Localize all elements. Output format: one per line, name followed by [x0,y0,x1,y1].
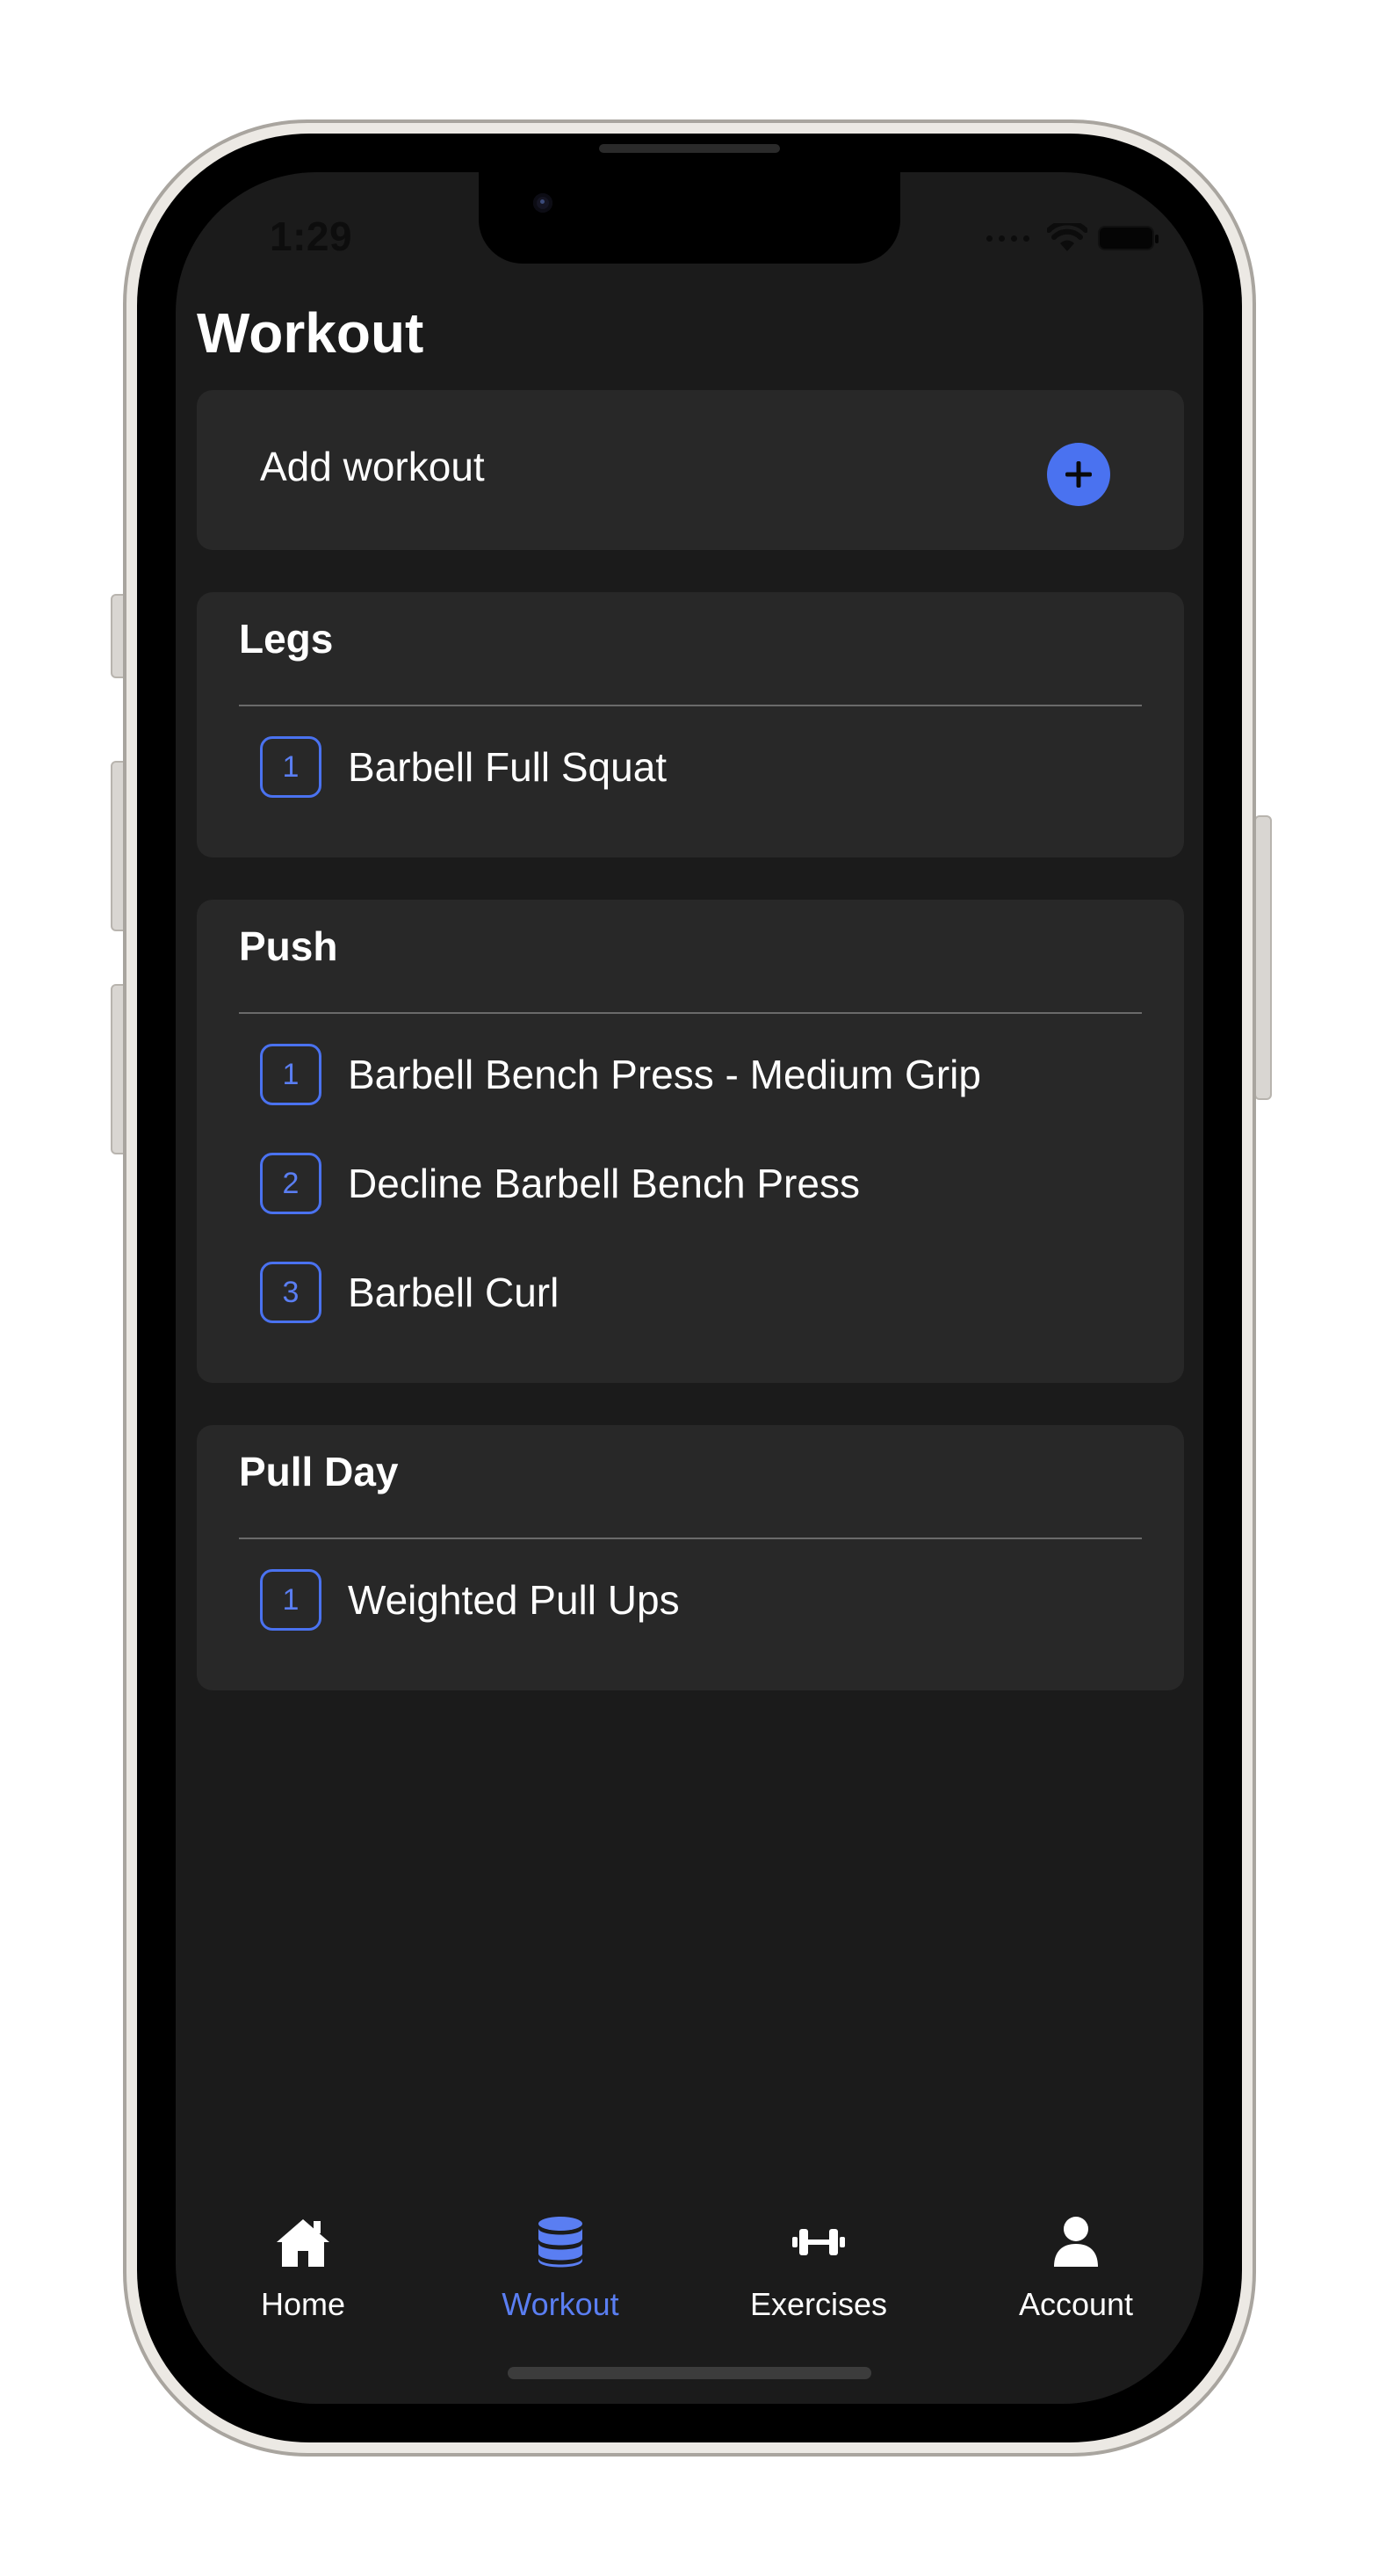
status-indicators [986,223,1159,253]
cellular-signal-icon [986,235,1029,242]
tab-home[interactable]: Home [206,2211,400,2323]
plus-icon [1065,461,1092,488]
workout-card-legs[interactable]: Legs 1 Barbell Full Squat [197,592,1184,857]
tab-workout[interactable]: Workout [464,2211,657,2323]
tab-label: Workout [502,2286,619,2322]
exercise-number-badge: 2 [260,1153,321,1214]
add-workout-button[interactable] [1047,443,1110,506]
workout-card-push[interactable]: Push 1 Barbell Bench Press - Medium Grip… [197,900,1184,1383]
database-icon [538,2217,582,2268]
exercise-row[interactable]: 3 Barbell Curl [260,1260,559,1325]
tab-label: Exercises [749,2286,888,2322]
exercise-name: Weighted Pull Ups [348,1577,680,1623]
tab-label: Account [1018,2286,1134,2322]
dumbbell-icon [792,2229,845,2255]
workout-card-pull-day[interactable]: Pull Day 1 Weighted Pull Ups [197,1425,1184,1690]
tab-bar: Home Workout Exercises Account [176,2211,1203,2360]
exercise-row[interactable]: 1 Weighted Pull Ups [260,1567,680,1632]
exercise-row[interactable]: 1 Barbell Full Squat [260,734,667,800]
divider [239,1538,1142,1539]
status-time: 1:29 [270,213,353,259]
exercise-name: Barbell Full Squat [348,744,668,790]
exercise-row[interactable]: 2 Decline Barbell Bench Press [260,1151,860,1216]
add-workout-card[interactable]: Add workout [197,390,1184,550]
exercise-name: Barbell Curl [348,1270,560,1315]
tab-exercises[interactable]: Exercises [722,2211,915,2323]
exercise-number-badge: 3 [260,1262,321,1323]
power-button [1254,815,1272,1100]
exercise-name: Barbell Bench Press - Medium Grip [348,1052,981,1097]
workout-title: Pull Day [239,1449,399,1494]
add-workout-label: Add workout [260,444,485,489]
front-camera-icon [533,193,552,213]
earpiece-speaker [599,144,780,153]
workout-title: Push [239,923,338,969]
divider [239,1012,1142,1014]
tab-account[interactable]: Account [979,2211,1173,2323]
battery-icon [1098,226,1159,250]
workout-title: Legs [239,616,334,662]
home-icon [277,2219,329,2267]
exercise-row[interactable]: 1 Barbell Bench Press - Medium Grip [260,1042,981,1107]
exercise-name: Decline Barbell Bench Press [348,1161,860,1206]
user-icon [1054,2217,1098,2267]
home-indicator [508,2367,871,2379]
exercise-number-badge: 1 [260,1044,321,1105]
exercise-number-badge: 1 [260,736,321,798]
page-title: Workout [197,301,424,365]
app-screen: 1:29 Workout Add workout Legs 1 Barbell … [176,172,1203,2404]
divider [239,705,1142,706]
tab-label: Home [260,2286,346,2322]
notch [479,172,900,264]
exercise-number-badge: 1 [260,1569,321,1631]
wifi-icon [1047,223,1087,251]
